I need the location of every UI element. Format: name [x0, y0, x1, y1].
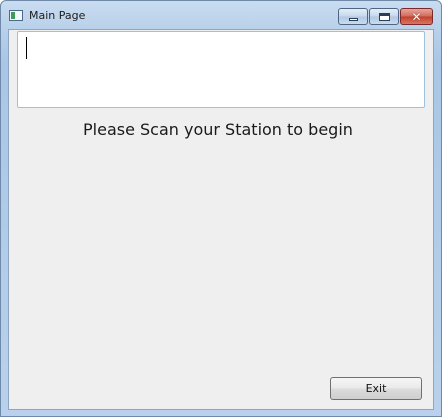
- maximize-button[interactable]: [369, 8, 399, 25]
- title-bar[interactable]: Main Page ✕: [1, 1, 441, 29]
- minimize-button[interactable]: [338, 8, 368, 25]
- close-icon: ✕: [411, 9, 422, 24]
- close-button[interactable]: ✕: [400, 8, 433, 25]
- main-window: Main Page ✕ Please Scan your Station to …: [0, 0, 442, 417]
- text-caret: [26, 37, 27, 59]
- window-title: Main Page: [29, 9, 86, 22]
- minimize-icon: [348, 17, 358, 21]
- maximize-icon: [378, 12, 390, 21]
- station-scan-input[interactable]: [17, 31, 425, 108]
- exit-button[interactable]: Exit: [330, 377, 422, 400]
- app-window-icon: [9, 10, 23, 21]
- client-area: Please Scan your Station to begin Exit: [8, 29, 434, 410]
- scan-prompt-label: Please Scan your Station to begin: [83, 120, 353, 139]
